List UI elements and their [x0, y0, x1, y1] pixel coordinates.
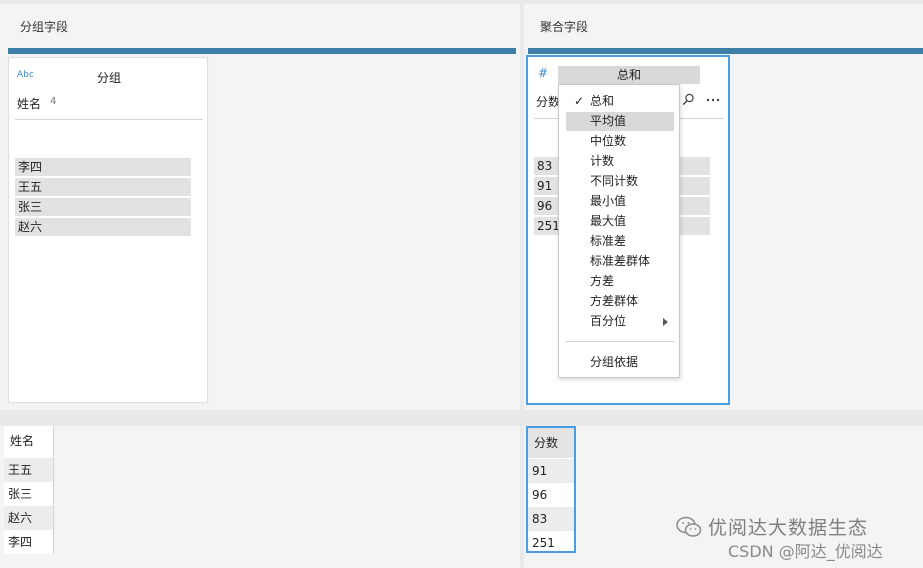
string-type-icon: Abc: [17, 70, 34, 80]
check-icon: ✓: [574, 94, 585, 108]
number-type-icon: #: [538, 66, 549, 80]
menu-item-label: 百分位: [590, 314, 627, 328]
more-icon[interactable]: [706, 93, 720, 110]
aggregate-fields-title: 聚合字段: [540, 19, 589, 34]
aggregate-fields-header: 聚合字段: [524, 4, 923, 48]
watermark-line2: CSDN @阿达_优阅达: [728, 542, 883, 561]
menu-item-median[interactable]: 中位数: [566, 132, 674, 151]
table-cell: 赵六: [4, 506, 53, 530]
menu-item-label: 不同计数: [590, 174, 639, 188]
menu-item-count-distinct[interactable]: 不同计数: [566, 172, 674, 191]
menu-item-variance[interactable]: 方差: [566, 272, 674, 291]
menu-item-label: 平均值: [590, 114, 627, 128]
table-cell: 王五: [4, 458, 53, 482]
menu-item-stdev-pop[interactable]: 标准差群体: [566, 252, 674, 271]
menu-item-label: 计数: [590, 154, 615, 168]
value-row[interactable]: 张三: [15, 198, 191, 216]
menu-separator: [566, 341, 674, 342]
menu-item-group-by[interactable]: 分组依据: [566, 353, 674, 372]
menu-item-count[interactable]: 计数: [566, 152, 674, 171]
group-fields-title: 分组字段: [20, 19, 69, 34]
menu-item-label: 方差群体: [590, 294, 639, 308]
aggregate-field-name: 分数: [536, 95, 561, 109]
wechat-logo-icon: [676, 516, 702, 538]
column-name[interactable]: 姓名 王五 张三 赵六 李四: [4, 426, 54, 554]
group-field-card[interactable]: Abc 分组 姓名 4 李四 王五 张三 赵六: [8, 57, 208, 403]
table-cell: 83: [528, 507, 574, 531]
menu-item-max[interactable]: 最大值: [566, 212, 674, 231]
menu-item-label: 标准差群体: [590, 254, 651, 268]
table-cell: 91: [528, 459, 574, 483]
aggregate-fields-accent-bar: [528, 48, 923, 54]
column-header[interactable]: 姓名: [4, 426, 53, 456]
group-field-name: 姓名: [17, 97, 42, 111]
group-fields-accent-bar: [8, 48, 516, 54]
menu-item-label: 总和: [590, 94, 615, 108]
group-fields-pane: 分组字段 Abc 分组 姓名 4 李四 王五 张三 赵六: [0, 4, 520, 410]
menu-item-percentile[interactable]: 百分位: [566, 312, 674, 331]
menu-item-variance-pop[interactable]: 方差群体: [566, 292, 674, 311]
menu-item-average[interactable]: 平均值: [566, 112, 674, 131]
table-cell: 96: [532, 488, 548, 502]
watermark-brand: 优阅达大数据生态: [676, 513, 868, 540]
menu-item-label: 分组依据: [590, 355, 639, 369]
menu-item-sum[interactable]: ✓ 总和: [566, 92, 674, 111]
menu-item-label: 最小值: [590, 194, 627, 208]
group-fields-header: 分组字段: [0, 4, 520, 48]
value-row[interactable]: 李四: [15, 158, 191, 176]
column-header[interactable]: 分数: [528, 428, 574, 458]
submenu-arrow-icon: [663, 318, 668, 326]
column-score[interactable]: 分数 91 96 83 251: [526, 426, 576, 553]
table-cell: 251: [532, 536, 555, 550]
search-icon[interactable]: [682, 93, 695, 110]
card-divider: [15, 119, 203, 120]
table-cell: 张三: [8, 487, 33, 501]
menu-item-label: 最大值: [590, 214, 627, 228]
value-row[interactable]: 王五: [15, 178, 191, 196]
aggregation-menu: ✓ 总和 平均值 中位数 计数 不同计数 最小值 最大值 标准差 标准差群体 方…: [558, 84, 680, 378]
watermark-line1: 优阅达大数据生态: [708, 517, 869, 539]
preview-grid-left: 姓名 王五 张三 赵六 李四: [0, 426, 520, 568]
table-cell: 李四: [8, 535, 33, 549]
menu-item-label: 方差: [590, 274, 615, 288]
menu-item-label: 中位数: [590, 134, 627, 148]
group-card-title: 分组: [96, 71, 121, 85]
menu-item-stdev[interactable]: 标准差: [566, 232, 674, 251]
menu-item-min[interactable]: 最小值: [566, 192, 674, 211]
menu-item-label: 标准差: [590, 234, 627, 248]
aggregation-dropdown[interactable]: 总和: [558, 66, 700, 84]
value-row[interactable]: 赵六: [15, 218, 191, 236]
group-field-count: 4: [50, 96, 57, 107]
